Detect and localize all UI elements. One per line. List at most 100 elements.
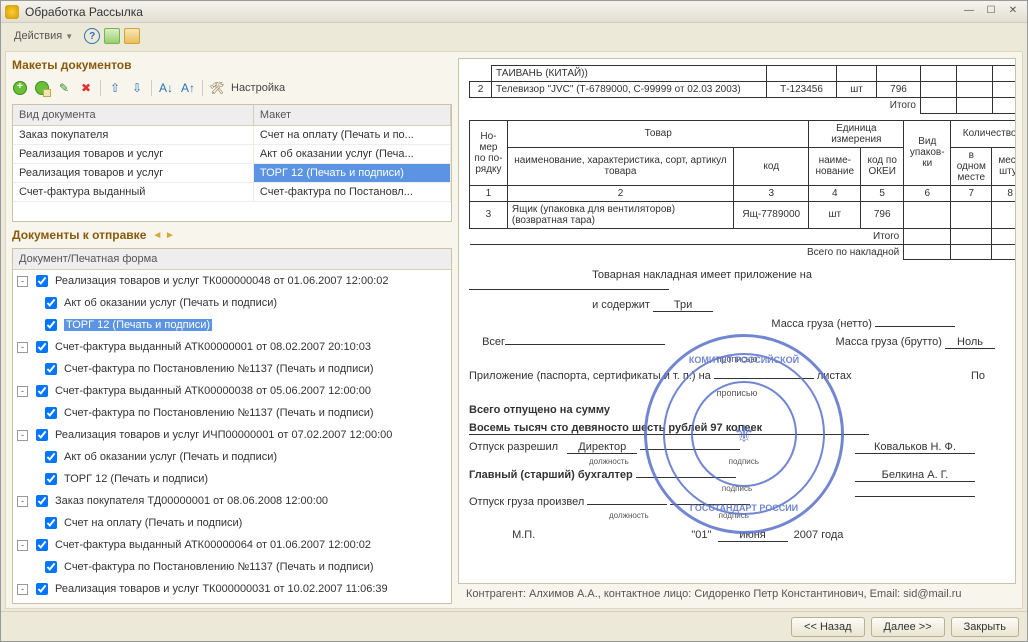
expand-arrows-icon[interactable]: ◄ ► bbox=[152, 230, 175, 241]
expand-toggle[interactable]: - bbox=[17, 584, 28, 595]
tree-item[interactable]: ТОРГ 12 (Печать и подписи) bbox=[13, 468, 451, 490]
tree-item[interactable]: ТОРГ 12 (Печать и подписи) bbox=[13, 314, 451, 336]
tree-checkbox[interactable] bbox=[36, 495, 48, 507]
tree-item[interactable]: Акт об оказании услуг (Печать и подписи) bbox=[13, 292, 451, 314]
cell: 2 bbox=[470, 82, 492, 98]
actions-label: Действия bbox=[14, 30, 62, 42]
move-up-button[interactable]: ⇧ bbox=[107, 80, 123, 96]
minimize-button[interactable]: — bbox=[959, 5, 979, 19]
tree-label: ТОРГ 12 (Печать и подписи) bbox=[64, 319, 212, 331]
sort-desc-button[interactable]: A↑ bbox=[180, 80, 196, 96]
expand-toggle[interactable]: - bbox=[17, 342, 28, 353]
grid-row[interactable]: Заказ покупателя Счет на оплату (Печать … bbox=[13, 126, 451, 145]
edit-button[interactable]: ✎ bbox=[56, 80, 72, 96]
close-button[interactable]: Закрыть bbox=[951, 617, 1019, 637]
label: Масса груза (нетто) bbox=[771, 318, 872, 330]
tree-item[interactable]: -Заказ покупателя ТД00000001 от 08.06.20… bbox=[13, 490, 451, 512]
move-down-button[interactable]: ⇩ bbox=[129, 80, 145, 96]
expand-toggle[interactable]: - bbox=[17, 386, 28, 397]
tree-label: ТОРГ 12 (Печать и подписи) bbox=[64, 473, 208, 485]
cell: шт bbox=[809, 201, 861, 228]
label: Приложение (паспорта, сертификаты и т. п… bbox=[469, 370, 711, 382]
tree-checkbox[interactable] bbox=[36, 539, 48, 551]
tree-checkbox[interactable] bbox=[36, 385, 48, 397]
main-toolbar: Действия ▼ ? bbox=[1, 23, 1027, 49]
tree-checkbox[interactable] bbox=[36, 275, 48, 287]
tree-label: Счет-фактура выданный АТК00000038 от 05.… bbox=[55, 385, 371, 397]
expand-toggle[interactable]: - bbox=[17, 276, 28, 287]
sort-asc-button[interactable]: A↓ bbox=[158, 80, 174, 96]
docs-tree: Документ/Печатная форма -Реализация това… bbox=[12, 248, 452, 604]
actions-menu[interactable]: Действия ▼ bbox=[7, 27, 80, 45]
cell: Ящ-7789000 bbox=[734, 201, 809, 228]
label: Всего отпущено на сумму bbox=[469, 404, 610, 416]
toolbar-icon-2[interactable] bbox=[124, 28, 140, 44]
tree-item[interactable]: Счет-фактура по Постановлению №1137 (Печ… bbox=[13, 358, 451, 380]
grid-row[interactable]: Счет-фактура выданный Счет-фактура по По… bbox=[13, 183, 451, 202]
tree-checkbox[interactable] bbox=[45, 319, 57, 331]
label: Товарная накладная имеет приложение на bbox=[592, 269, 812, 281]
cell: наименование, характеристика, сорт, арти… bbox=[507, 147, 733, 185]
tree-item[interactable]: - Счет-фактура выданный АТК00000038 от 05… bbox=[13, 380, 451, 402]
templates-grid: Вид документа Макет Заказ покупателя Сче… bbox=[12, 104, 452, 222]
label: М.П. bbox=[512, 529, 535, 541]
expand-toggle[interactable]: - bbox=[17, 430, 28, 441]
tree-checkbox[interactable] bbox=[45, 407, 57, 419]
tree-item[interactable]: -Счет-фактура выданный АТК00000064 от 01… bbox=[13, 534, 451, 556]
col-doc-header[interactable]: Вид документа bbox=[13, 105, 254, 125]
expand-toggle[interactable]: - bbox=[17, 540, 28, 551]
next-button[interactable]: Далее >> bbox=[871, 617, 945, 637]
grid-row-selected[interactable]: Реализация товаров и услуг ТОРГ 12 (Печа… bbox=[13, 164, 451, 183]
col-tpl-header[interactable]: Макет bbox=[254, 105, 451, 125]
tree-item[interactable]: Счет на оплату (Печать и подписи) bbox=[13, 512, 451, 534]
toolbar-icon-1[interactable] bbox=[104, 28, 120, 44]
tree-item[interactable]: - Реализация товаров и услуг ТК000000031 … bbox=[13, 578, 451, 600]
tree-checkbox[interactable] bbox=[45, 561, 57, 573]
tree-item[interactable]: -Реализация товаров и услуг ИЧП00000001 … bbox=[13, 424, 451, 446]
expand-toggle[interactable]: - bbox=[17, 496, 28, 507]
cell: 796 bbox=[877, 82, 921, 98]
add-button[interactable] bbox=[12, 80, 28, 96]
tree-item[interactable]: - Счет-фактура выданный АТК00000001 от 08… bbox=[13, 336, 451, 358]
app-window: Обработка Рассылка — ☐ ✕ Действия ▼ ? Ма… bbox=[0, 0, 1028, 642]
help-icon[interactable]: ? bbox=[84, 28, 100, 44]
tree-label: Счет-фактура выданный АТК00000001 от 08.… bbox=[55, 341, 371, 353]
tree-item[interactable]: Акт об оказании услуг (Печать и подписи) bbox=[13, 600, 451, 604]
document-preview[interactable]: ТАИВАНЬ (КИТАЙ)) 2 Телевизор "JVC" (Т-67… bbox=[458, 58, 1016, 584]
tree-item[interactable]: - Реализация товаров и услуг ТК000000048 … bbox=[13, 270, 451, 292]
back-button[interactable]: << Назад bbox=[791, 617, 864, 637]
tree-checkbox[interactable] bbox=[36, 583, 48, 595]
cell: Итого bbox=[470, 228, 904, 244]
tree-label: Счет-фактура по Постановлению №1137 (Печ… bbox=[64, 363, 374, 375]
tree-item[interactable]: Счет-фактура по Постановлению №1137 (Печ… bbox=[13, 402, 451, 424]
settings-label[interactable]: Настройка bbox=[231, 82, 285, 94]
footer: << Назад Далее >> Закрыть bbox=[1, 611, 1027, 641]
tb-sep3 bbox=[202, 80, 203, 96]
tree-label: Счет на оплату (Печать и подписи) bbox=[64, 517, 242, 529]
grid-row[interactable]: Реализация товаров и услуг Акт об оказан… bbox=[13, 145, 451, 164]
tree-item[interactable]: Счет-фактура по Постановлению №1137 (Печ… bbox=[13, 556, 451, 578]
cell: Всего по накладной bbox=[470, 244, 904, 260]
maximize-button[interactable]: ☐ bbox=[981, 5, 1001, 19]
tree-checkbox[interactable] bbox=[45, 473, 57, 485]
chevron-down-icon: ▼ bbox=[65, 32, 73, 41]
tree-header: Документ/Печатная форма bbox=[13, 249, 451, 270]
tree-checkbox[interactable] bbox=[45, 297, 57, 309]
app-icon bbox=[5, 5, 19, 19]
add-copy-button[interactable] bbox=[34, 80, 50, 96]
tree-checkbox[interactable] bbox=[36, 341, 48, 353]
delete-button[interactable]: ✖ bbox=[78, 80, 94, 96]
tree-checkbox[interactable] bbox=[45, 517, 57, 529]
settings-icon[interactable]: 🛠 bbox=[209, 80, 225, 96]
tree-checkbox[interactable] bbox=[45, 451, 57, 463]
tree-label: Реализация товаров и услуг ТК000000048 о… bbox=[55, 275, 388, 287]
body: Макеты документов ✎ ✖ ⇧ ⇩ A↓ A↑ 🛠 Настро… bbox=[5, 51, 1023, 609]
left-panel: Макеты документов ✎ ✖ ⇧ ⇩ A↓ A↑ 🛠 Настро… bbox=[12, 58, 452, 604]
tree-checkbox[interactable] bbox=[36, 429, 48, 441]
tree-item[interactable]: Акт об оказании услуг (Печать и подписи) bbox=[13, 446, 451, 468]
tree-label: Реализация товаров и услуг ТК000000031 о… bbox=[55, 583, 388, 595]
cell: Вид упаков-ки bbox=[904, 120, 951, 185]
tree-checkbox[interactable] bbox=[45, 363, 57, 375]
close-window-button[interactable]: ✕ bbox=[1003, 5, 1023, 19]
window-title: Обработка Рассылка bbox=[25, 5, 143, 19]
